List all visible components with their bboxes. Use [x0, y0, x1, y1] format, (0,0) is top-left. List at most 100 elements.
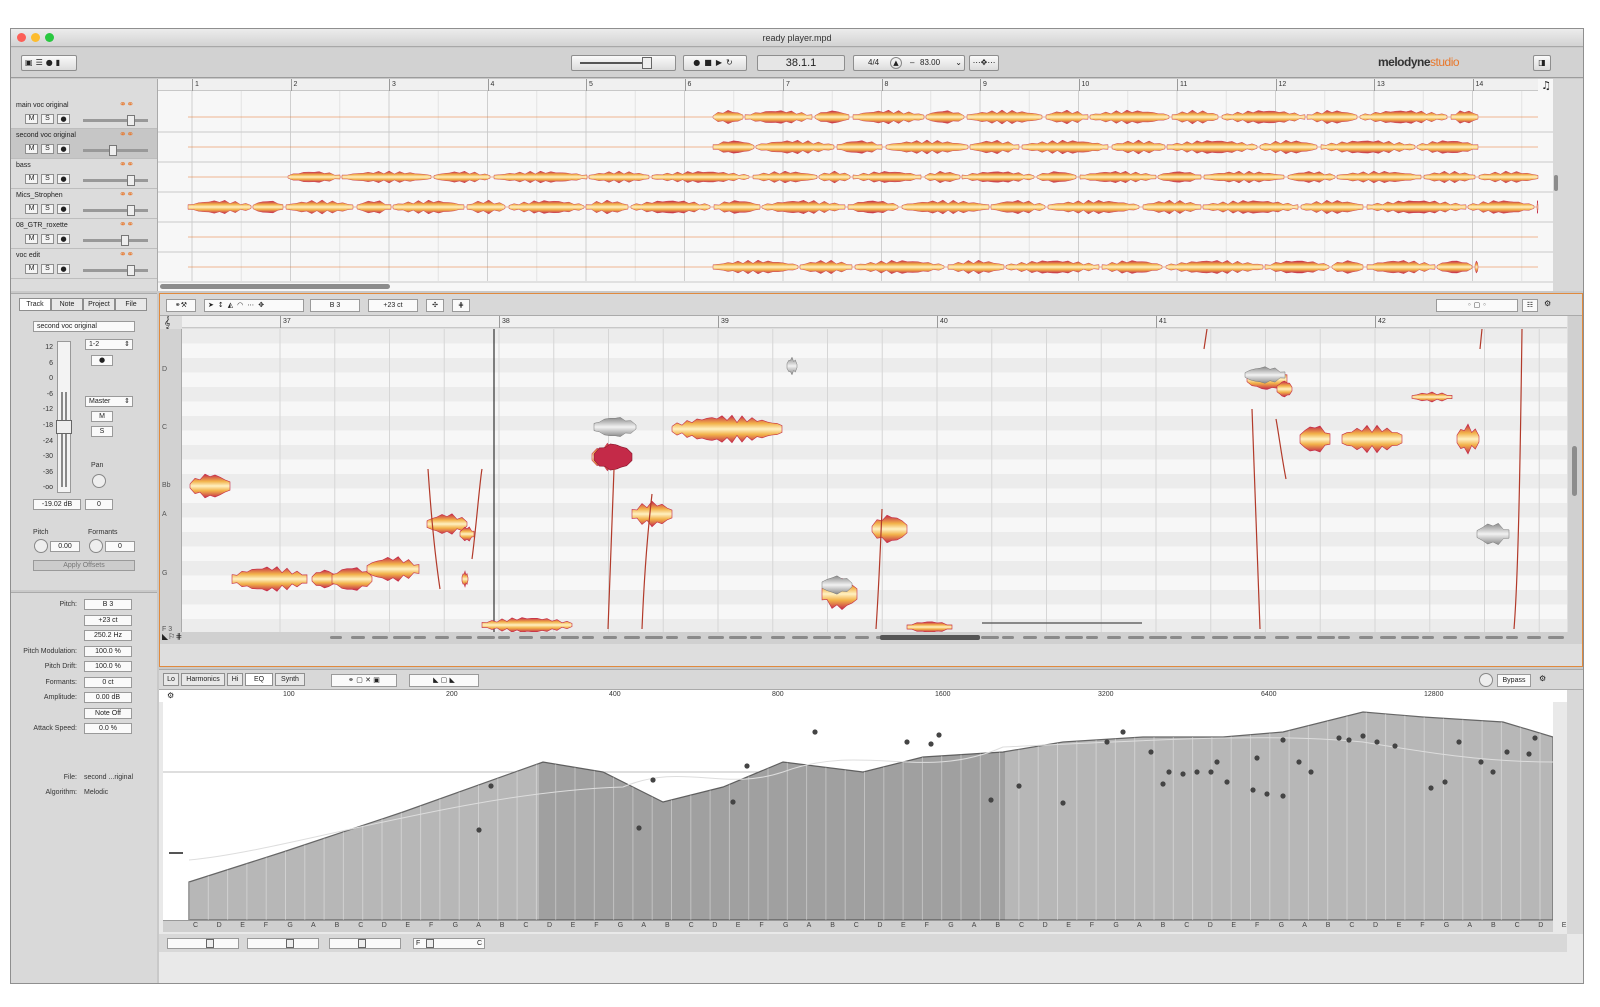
tempo-display[interactable]: 4/4 ▲ – 83.00 ⌄ — [853, 55, 965, 71]
track-mute-button[interactable]: M — [25, 144, 38, 154]
track-volume-fader[interactable] — [83, 235, 148, 246]
note-property-value[interactable]: +23 ct — [84, 614, 132, 626]
loop-icon[interactable]: ↻ — [726, 58, 737, 67]
editor-settings-icon[interactable]: ⚙ — [1544, 299, 1551, 308]
note-property-value[interactable]: Note Off — [84, 707, 132, 719]
pan-value[interactable]: 0 — [85, 499, 113, 510]
link-icon[interactable]: ⚭⚭ — [119, 160, 134, 170]
track-solo-button[interactable]: S — [41, 234, 54, 244]
separation-tool-icon[interactable]: ✥ — [258, 301, 268, 309]
fader-knob[interactable] — [127, 115, 135, 126]
track-mute-button[interactable]: M — [25, 114, 38, 124]
music-note-icon[interactable]: ♫ — [1541, 79, 1551, 92]
panel-view-icon[interactable]: ▣ — [25, 58, 36, 67]
arrange-view[interactable]: 1 2 3 4 5 6 7 8 9 10 11 12 13 14 ♫ — [157, 79, 1553, 291]
level-value[interactable]: -19.02 dB — [33, 499, 81, 510]
track-row[interactable]: voc edit M S ● ⚭⚭ — [11, 249, 157, 279]
track-solo-button[interactable]: S — [41, 204, 54, 214]
track-mute-button[interactable]: M — [25, 234, 38, 244]
editor-nav-icon[interactable]: ◣⚐⋕ — [162, 632, 182, 641]
se-view-buttons[interactable]: ◣ ▢ ◣ — [409, 674, 479, 687]
formant-tool-icon[interactable]: ◭ — [228, 301, 237, 309]
link-icon[interactable]: ⚭⚭ — [119, 130, 134, 140]
stop-icon[interactable]: ■ — [704, 58, 716, 67]
link-icon[interactable]: ⚭⚭ — [119, 190, 134, 200]
close-window-button[interactable] — [17, 33, 26, 42]
track-record-button[interactable]: ● — [57, 264, 70, 274]
zoom-window-button[interactable] — [45, 33, 54, 42]
timing-tool-icon[interactable]: ⋯ — [247, 301, 258, 309]
se-ruler-settings-icon[interactable]: ⚙ — [167, 691, 174, 700]
formants-offset-value[interactable]: 0 — [105, 541, 135, 552]
pitch-tool-icon[interactable]: ↕ — [218, 301, 228, 309]
formants-offset-knob[interactable] — [89, 539, 103, 553]
track-mute-button[interactable]: M — [25, 174, 38, 184]
tempo-dropdown-icon[interactable]: ⌄ — [955, 56, 962, 70]
minimize-window-button[interactable] — [31, 33, 40, 42]
play-icon[interactable]: ▶ — [716, 58, 726, 67]
volume-fader-knob[interactable] — [56, 420, 72, 434]
track-solo-button[interactable]: S — [41, 114, 54, 124]
clef-icon[interactable]: 𝄞 — [164, 316, 171, 330]
track-row[interactable]: second voc original M S ● ⚭⚭ — [11, 129, 157, 159]
track-row[interactable]: main voc original M S ● ⚭⚭ — [11, 99, 157, 129]
editor-v-scrollbar[interactable] — [1568, 316, 1582, 644]
bar-ruler[interactable]: 1 2 3 4 5 6 7 8 9 10 11 12 13 14 — [158, 79, 1538, 91]
track-volume-fader[interactable] — [83, 115, 148, 126]
hi-range-slider[interactable] — [329, 938, 401, 949]
position-display[interactable]: 38.1.1 — [757, 55, 845, 71]
inspector-tab-project[interactable]: Project — [83, 298, 115, 311]
editor-overview-strip[interactable]: ◣⚐⋕ — [160, 632, 1582, 644]
note-property-value[interactable]: 250.2 Hz — [84, 630, 132, 641]
harmonics-eq-view[interactable] — [163, 702, 1553, 920]
track-record-button[interactable]: ● — [57, 114, 70, 124]
fader-knob[interactable] — [127, 265, 135, 276]
track-name-field[interactable]: second voc original — [33, 321, 135, 332]
sidebar-toggle-button[interactable]: ◨ — [1533, 55, 1551, 71]
sound-editor-v-scrollbar[interactable] — [1567, 690, 1583, 934]
zoom-controls[interactable]: ◦ ▢ ◦ — [1436, 299, 1518, 312]
pan-knob[interactable] — [92, 474, 106, 488]
track-volume-fader[interactable] — [83, 145, 148, 156]
mid-range-slider[interactable] — [247, 938, 319, 949]
record-enable-button[interactable]: ● — [91, 355, 113, 366]
output-select[interactable]: Master ⇕ — [85, 396, 133, 407]
link-icon[interactable]: ⚭⚭ — [119, 250, 134, 260]
edit-tools[interactable]: ➤↕◭◠⋯✥ — [204, 299, 304, 312]
channel-select[interactable]: 1-2 ⇕ — [85, 339, 133, 350]
track-record-button[interactable]: ● — [57, 144, 70, 154]
fader-knob[interactable] — [121, 235, 129, 246]
track-record-button[interactable]: ● — [57, 174, 70, 184]
editor-ruler[interactable]: 37 38 39 40 41 42 — [182, 316, 1567, 328]
fader-knob[interactable] — [109, 145, 117, 156]
bypass-knob[interactable] — [1479, 673, 1493, 687]
fader-knob[interactable] — [127, 175, 135, 186]
mute-button[interactable]: M — [91, 411, 113, 422]
track-volume-fader[interactable] — [83, 175, 148, 186]
track-volume-fader[interactable] — [83, 205, 148, 216]
note-pitch-field[interactable]: B 3 — [310, 299, 360, 312]
view-toggle-buttons[interactable]: ▣☰●▮ — [21, 55, 77, 71]
note-property-value[interactable]: 100.0 % — [84, 645, 132, 657]
se-settings-icon[interactable]: ⚙ — [1539, 674, 1546, 683]
track-mute-button[interactable]: M — [25, 264, 38, 274]
se-tab-eq[interactable]: EQ — [245, 673, 273, 686]
inspector-tab-track[interactable]: Track — [19, 298, 51, 311]
note-property-value[interactable]: 0 ct — [84, 676, 132, 688]
se-tab-harmonics[interactable]: Harmonics — [181, 673, 225, 686]
track-record-button[interactable]: ● — [57, 234, 70, 244]
note-property-value[interactable]: 100.0 % — [84, 661, 132, 672]
amplitude-tool-icon[interactable]: ◠ — [237, 301, 247, 309]
metronome-icon[interactable]: ▲ — [890, 57, 902, 69]
pitch-offset-value[interactable]: 0.00 — [50, 541, 80, 552]
bypass-button[interactable]: Bypass — [1497, 674, 1531, 687]
layout-button[interactable]: ☷ — [1522, 299, 1538, 312]
level-meter-icon[interactable]: ▮ — [56, 58, 63, 67]
inspector-tab-note[interactable]: Note — [51, 298, 83, 311]
note-property-value[interactable]: 0.00 dB — [84, 692, 132, 703]
link-icon[interactable]: ⚭⚭ — [119, 100, 134, 110]
note-cents-field[interactable]: +23 ct — [368, 299, 418, 312]
pitch-offset-knob[interactable] — [34, 539, 48, 553]
tempo-detect-button[interactable]: ⋯✥⋯ — [969, 55, 999, 71]
track-list-icon[interactable]: ☰ — [36, 58, 46, 67]
